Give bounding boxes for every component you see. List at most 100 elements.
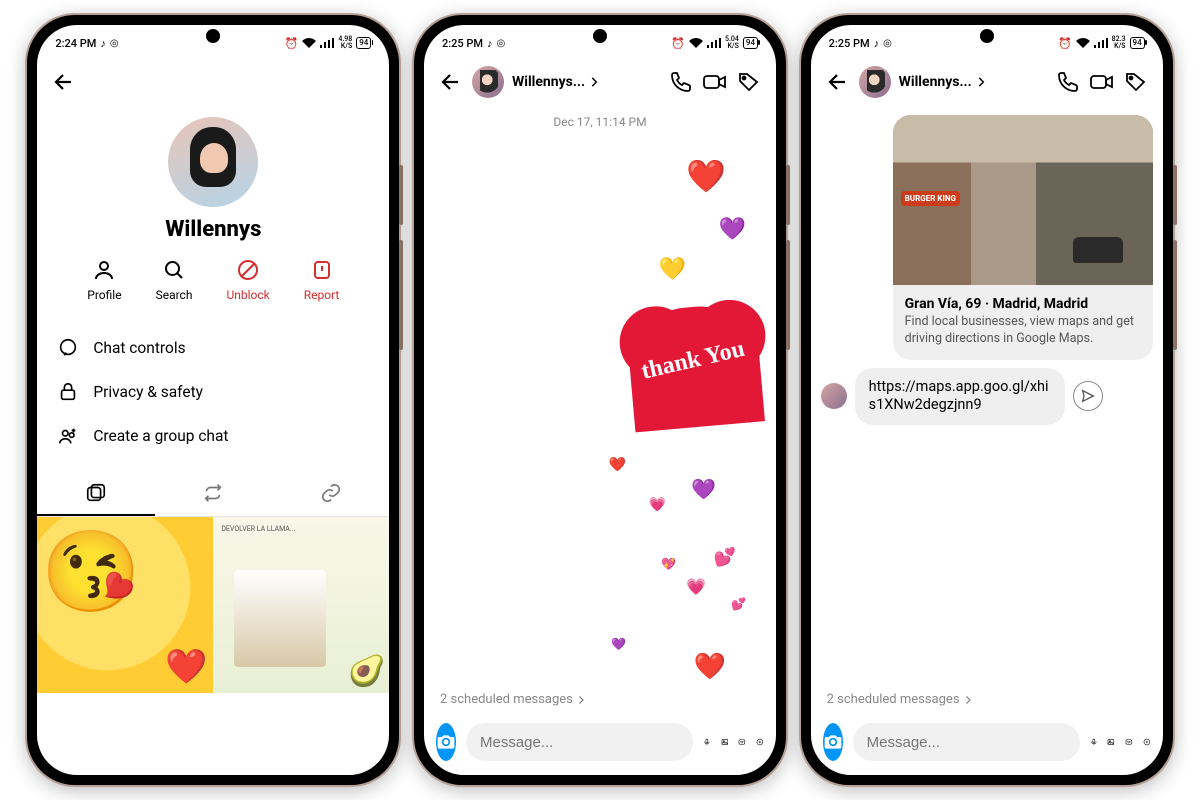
video-icon[interactable] bbox=[702, 69, 728, 95]
chat-toolbar: Willennys... bbox=[424, 57, 776, 107]
image-icon[interactable] bbox=[721, 730, 729, 754]
create-group-item[interactable]: Create a group chat bbox=[57, 414, 369, 458]
battery-icon: 94 bbox=[356, 37, 371, 49]
back-icon[interactable] bbox=[438, 69, 464, 95]
clock: 2:24 PM bbox=[55, 37, 96, 50]
heart-icon: ❤️ bbox=[609, 457, 626, 473]
media-grid: DEVOLVER LA LLAMA... bbox=[37, 517, 389, 693]
wifi-icon bbox=[302, 38, 316, 48]
heart-icon: 💛 bbox=[659, 257, 686, 282]
plus-icon[interactable] bbox=[1143, 730, 1151, 754]
signal-icon bbox=[320, 38, 334, 48]
message-input[interactable] bbox=[466, 723, 693, 761]
call-icon[interactable] bbox=[668, 69, 694, 95]
screen-profile: 2:24 PM ♪ ◎ ⏰ 4.98K/S 94 Willennys bbox=[37, 25, 389, 775]
clock: 2:25 PM bbox=[829, 37, 870, 50]
message-input-bar bbox=[811, 715, 1163, 775]
action-label: Unblock bbox=[226, 288, 269, 302]
screen-chat-hearts: 2:25 PM♪◎ ⏰ 5.04K/S 94 Willennys... Dec … bbox=[424, 25, 776, 775]
message-input-bar bbox=[424, 715, 776, 775]
card-desc: Find local businesses, view maps and get… bbox=[905, 314, 1134, 346]
heart-icon: ❤️ bbox=[686, 157, 726, 195]
heart-icon: 💗 bbox=[649, 497, 666, 513]
scheduled-banner[interactable]: 2 scheduled messages bbox=[811, 684, 1163, 715]
instagram-icon: ◎ bbox=[110, 38, 119, 49]
lock-icon bbox=[57, 381, 79, 403]
tab-media[interactable] bbox=[37, 472, 154, 516]
heart-icon: ❤️ bbox=[694, 652, 726, 682]
back-icon[interactable] bbox=[51, 69, 77, 95]
tab-links[interactable] bbox=[272, 472, 389, 516]
heart-icon: 💕 bbox=[731, 597, 746, 611]
media-thumb-video[interactable]: DEVOLVER LA LLAMA... bbox=[213, 517, 389, 693]
avatar[interactable] bbox=[859, 66, 891, 98]
chat-body[interactable]: Gran Vía, 69 · Madrid, Madrid Find local… bbox=[811, 107, 1163, 684]
media-tabs bbox=[37, 472, 389, 517]
streetview-image bbox=[893, 115, 1153, 285]
camera-button[interactable] bbox=[823, 723, 843, 761]
camera-notch bbox=[593, 29, 607, 43]
action-label: Report bbox=[304, 288, 340, 302]
heart-icon: 💜 bbox=[691, 477, 716, 501]
clock: 2:25 PM bbox=[442, 37, 483, 50]
search-action[interactable]: Search bbox=[156, 258, 193, 302]
plus-icon[interactable] bbox=[756, 730, 764, 754]
screen-chat-location: 2:25 PM♪◎ ⏰ 82.3K/S 94 Willennys... Gran bbox=[811, 25, 1163, 775]
url-message[interactable]: https://maps.app.goo.gl/xhis1XNw2degzjnn… bbox=[855, 368, 1065, 426]
avatar[interactable] bbox=[472, 66, 504, 98]
wifi-icon bbox=[689, 38, 703, 48]
settings-list: Chat controls Privacy & safety Create a … bbox=[37, 316, 389, 468]
mic-icon[interactable] bbox=[1090, 730, 1098, 754]
back-icon[interactable] bbox=[825, 69, 851, 95]
share-button[interactable] bbox=[1073, 381, 1103, 411]
chevron-right-icon bbox=[587, 75, 601, 89]
privacy-item[interactable]: Privacy & safety bbox=[57, 370, 369, 414]
profile-action[interactable]: Profile bbox=[87, 258, 121, 302]
chat-title[interactable]: Willennys... bbox=[512, 74, 601, 90]
avatar[interactable] bbox=[168, 117, 258, 207]
heart-icon: 💜 bbox=[611, 637, 626, 651]
date-stamp: Dec 17, 11:14 PM bbox=[424, 107, 776, 137]
chat-toolbar: Willennys... bbox=[811, 57, 1163, 107]
phone-frame-2: 2:25 PM♪◎ ⏰ 5.04K/S 94 Willennys... Dec … bbox=[414, 15, 786, 785]
camera-button[interactable] bbox=[436, 723, 456, 761]
tag-icon[interactable] bbox=[736, 69, 762, 95]
chat-title[interactable]: Willennys... bbox=[899, 74, 988, 90]
chevron-right-icon bbox=[962, 694, 974, 706]
unblock-action[interactable]: Unblock bbox=[226, 258, 269, 302]
action-label: Profile bbox=[87, 288, 121, 302]
card-title: Gran Vía, 69 · Madrid, Madrid bbox=[905, 296, 1089, 312]
video-icon[interactable] bbox=[1089, 69, 1115, 95]
location-card[interactable]: Gran Vía, 69 · Madrid, Madrid Find local… bbox=[893, 115, 1153, 360]
media-thumb-emoji[interactable] bbox=[37, 517, 213, 693]
avatar bbox=[821, 383, 847, 409]
thank-you-sticker: thank You bbox=[625, 302, 765, 433]
chevron-right-icon bbox=[974, 75, 988, 89]
scheduled-banner[interactable]: 2 scheduled messages bbox=[424, 684, 776, 715]
heart-icon: 💜 bbox=[719, 217, 746, 242]
action-label: Search bbox=[156, 288, 193, 302]
message-input[interactable] bbox=[853, 723, 1080, 761]
heart-icon: 💗 bbox=[686, 577, 706, 596]
report-action[interactable]: Report bbox=[304, 258, 340, 302]
profile-name: Willennys bbox=[165, 217, 261, 242]
sticker-icon[interactable] bbox=[1125, 730, 1133, 754]
alarm-icon: ⏰ bbox=[285, 37, 299, 50]
camera-notch bbox=[980, 29, 994, 43]
tiktok-icon: ♪ bbox=[100, 37, 106, 50]
call-icon[interactable] bbox=[1055, 69, 1081, 95]
phone-frame-3: 2:25 PM♪◎ ⏰ 82.3K/S 94 Willennys... Gran bbox=[801, 15, 1173, 785]
signal-icon bbox=[707, 38, 721, 48]
image-icon[interactable] bbox=[1107, 730, 1115, 754]
profile-toolbar bbox=[37, 57, 389, 107]
phone-frame-1: 2:24 PM ♪ ◎ ⏰ 4.98K/S 94 Willennys bbox=[27, 15, 399, 785]
profile-header: Willennys Profile Search Unblock Report bbox=[37, 107, 389, 316]
mic-icon[interactable] bbox=[703, 730, 711, 754]
sticker-icon[interactable] bbox=[738, 730, 746, 754]
heart-icon: 💕 bbox=[714, 547, 736, 568]
chat-controls-item[interactable]: Chat controls bbox=[57, 326, 369, 370]
tab-reposts[interactable] bbox=[155, 472, 272, 516]
chevron-right-icon bbox=[575, 694, 587, 706]
tag-icon[interactable] bbox=[1123, 69, 1149, 95]
chat-body[interactable]: Dec 17, 11:14 PM ❤️ 💜 💛 thank You ❤️ 💜 💗… bbox=[424, 107, 776, 684]
